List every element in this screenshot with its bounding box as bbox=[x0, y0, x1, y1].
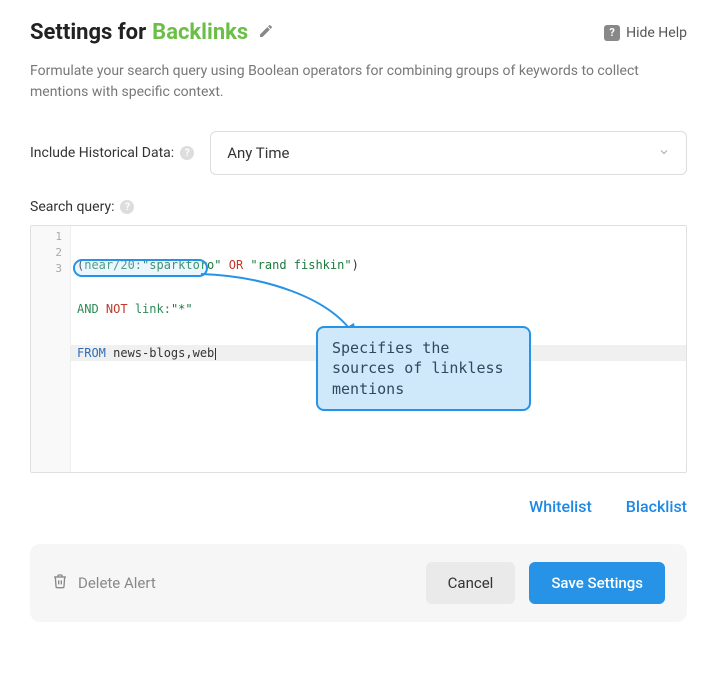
code-line: (near/20:"sparktoro" OR "rand fishkin") bbox=[71, 257, 686, 273]
chevron-down-icon bbox=[658, 146, 670, 161]
code-line: AND NOT link:"*" bbox=[71, 301, 686, 317]
line-number: 3 bbox=[31, 261, 70, 277]
description: Formulate your search query using Boolea… bbox=[30, 61, 687, 103]
trash-icon bbox=[52, 573, 68, 593]
header: Settings for Backlinks ? Hide Help bbox=[30, 20, 687, 45]
blacklist-link[interactable]: Blacklist bbox=[626, 497, 687, 516]
historical-row: Include Historical Data: ? Any Time bbox=[30, 131, 687, 175]
save-settings-button[interactable]: Save Settings bbox=[529, 562, 665, 604]
historical-value: Any Time bbox=[227, 144, 289, 162]
footer-right: Cancel Save Settings bbox=[426, 562, 665, 604]
historical-select[interactable]: Any Time bbox=[210, 131, 687, 175]
callout-annotation: Specifies the sources of linkless mentio… bbox=[316, 326, 531, 411]
page-title: Settings for Backlinks bbox=[30, 20, 274, 45]
delete-alert-button[interactable]: Delete Alert bbox=[52, 573, 156, 593]
title-accent: Backlinks bbox=[152, 20, 248, 45]
whitelist-link[interactable]: Whitelist bbox=[529, 497, 592, 516]
title-prefix: Settings for bbox=[30, 20, 146, 45]
line-number: 1 bbox=[31, 229, 70, 245]
gutter: 1 2 3 bbox=[31, 226, 71, 472]
delete-label: Delete Alert bbox=[78, 574, 156, 592]
historical-label: Include Historical Data: ? bbox=[30, 145, 194, 161]
list-links: Whitelist Blacklist bbox=[30, 497, 687, 516]
help-icon: ? bbox=[604, 25, 620, 41]
query-editor[interactable]: 1 2 3 (near/20:"sparktoro" OR "rand fish… bbox=[30, 225, 687, 473]
text-cursor bbox=[215, 348, 216, 360]
query-label: Search query: ? bbox=[30, 199, 687, 215]
cancel-button[interactable]: Cancel bbox=[426, 562, 516, 604]
hide-help-button[interactable]: ? Hide Help bbox=[604, 25, 687, 41]
hide-help-label: Hide Help bbox=[626, 25, 687, 41]
help-circle-icon[interactable]: ? bbox=[120, 200, 134, 214]
footer-bar: Delete Alert Cancel Save Settings bbox=[30, 544, 687, 622]
line-number: 2 bbox=[31, 245, 70, 261]
edit-icon[interactable] bbox=[258, 23, 274, 43]
help-circle-icon[interactable]: ? bbox=[180, 146, 194, 160]
